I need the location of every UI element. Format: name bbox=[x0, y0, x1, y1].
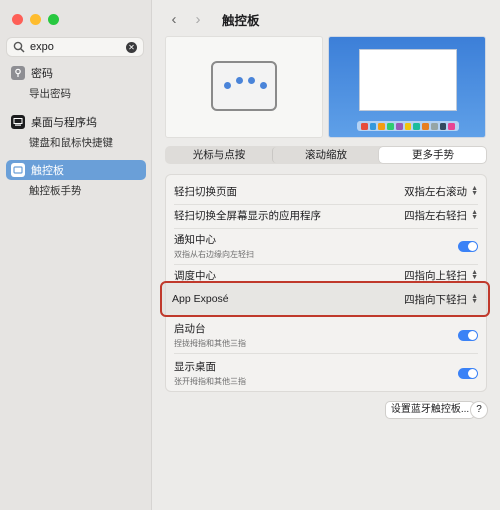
setting-label: App Exposé bbox=[172, 293, 229, 305]
sidebar-item-passwords[interactable]: 密码 bbox=[6, 63, 146, 83]
window-illustration bbox=[359, 49, 457, 111]
chevron-updown-icon: ▲ ▼ bbox=[471, 209, 478, 221]
setting-row-swipe-pages: 轻扫切换页面 双指左右滚动 ▲ ▼ bbox=[174, 182, 478, 200]
sidebar-subitem-trackpad-gestures[interactable]: 触控板手势 bbox=[29, 183, 82, 198]
select-value: 四指左右轻扫 bbox=[404, 209, 468, 222]
highlight-app-expose: App Exposé 四指向下轻扫 ▲ ▼ bbox=[160, 281, 490, 317]
gesture-select[interactable]: 双指左右滚动 ▲ ▼ bbox=[404, 184, 478, 199]
trackpad-illustration bbox=[211, 61, 277, 111]
search-input[interactable] bbox=[30, 41, 126, 53]
launchpad-toggle[interactable] bbox=[458, 329, 478, 341]
finger-dot bbox=[248, 77, 255, 84]
chevron-updown-icon: ▲ ▼ bbox=[471, 269, 478, 281]
finger-dot bbox=[260, 82, 267, 89]
setting-label: 显示桌面 bbox=[174, 361, 216, 373]
show-desktop-toggle[interactable] bbox=[458, 367, 478, 379]
finger-dot bbox=[224, 82, 231, 89]
sidebar-subitem-keyboard-shortcuts[interactable]: 键盘和鼠标快捷键 bbox=[29, 135, 113, 150]
setting-row-launchpad: 启动台 捏拢拇指和其他三指 bbox=[174, 321, 478, 349]
forward-icon[interactable]: › bbox=[190, 11, 206, 28]
select-value: 双指左右滚动 bbox=[404, 185, 468, 198]
select-value: 四指向下轻扫 bbox=[404, 293, 468, 306]
close-window-button[interactable] bbox=[12, 14, 23, 25]
toolbar: ‹ › 触控板 bbox=[166, 10, 260, 29]
setting-row-app-expose: App Exposé 四指向下轻扫 ▲ ▼ bbox=[172, 291, 478, 307]
dock-illustration bbox=[357, 121, 459, 131]
setting-label: 启动台 bbox=[174, 323, 206, 335]
gesture-select[interactable]: 四指左右轻扫 ▲ ▼ bbox=[404, 208, 478, 223]
setting-label: 轻扫切换全屏幕显示的应用程序 bbox=[174, 209, 321, 222]
sidebar: ✕ 密码 导出密码 桌面与程序坞 键盘和鼠标快捷键 触控板 触控板手势 bbox=[0, 0, 152, 510]
back-icon[interactable]: ‹ bbox=[166, 11, 182, 28]
setting-description: 张开拇指和其他三指 bbox=[174, 377, 246, 386]
chevron-updown-icon: ▲ ▼ bbox=[471, 185, 478, 197]
gesture-preview bbox=[165, 36, 323, 138]
search-field[interactable]: ✕ bbox=[6, 37, 144, 57]
dock-icon bbox=[11, 115, 25, 129]
chevron-updown-icon: ▲ ▼ bbox=[471, 293, 478, 305]
setting-row-swipe-fullscreen-apps: 轻扫切换全屏幕显示的应用程序 四指左右轻扫 ▲ ▼ bbox=[174, 206, 478, 224]
trackpad-icon bbox=[11, 163, 25, 177]
setting-description: 双指从右边缘向左轻扫 bbox=[174, 250, 254, 259]
sidebar-item-label: 桌面与程序坞 bbox=[31, 117, 97, 129]
minimize-window-button[interactable] bbox=[30, 14, 41, 25]
tab-scroll-zoom[interactable]: 滚动缩放 bbox=[272, 147, 379, 163]
sidebar-item-desktop-dock[interactable]: 桌面与程序坞 bbox=[6, 112, 146, 132]
setting-description: 捏拢拇指和其他三指 bbox=[174, 339, 246, 348]
key-icon bbox=[11, 66, 25, 80]
page-title: 触控板 bbox=[222, 14, 260, 28]
zoom-window-button[interactable] bbox=[48, 14, 59, 25]
search-icon bbox=[13, 41, 25, 53]
sidebar-item-trackpad[interactable]: 触控板 bbox=[6, 160, 146, 180]
main-panel: ‹ › 触控板 光标与点按 滚动缩放 更多手势 轻扫切换页面 双指左右滚动 ▲ ▼ bbox=[152, 0, 500, 510]
tab-bar: 光标与点按 滚动缩放 更多手势 bbox=[165, 146, 487, 164]
sidebar-item-label: 触控板 bbox=[31, 165, 64, 177]
setting-row-notification-center: 通知中心 双指从右边缘向左轻扫 bbox=[174, 232, 478, 260]
setting-label: 通知中心 bbox=[174, 234, 216, 246]
screen-preview bbox=[328, 36, 486, 138]
help-button[interactable]: ? bbox=[470, 401, 488, 419]
tab-more-gestures[interactable]: 更多手势 bbox=[379, 147, 486, 163]
notification-center-toggle[interactable] bbox=[458, 240, 478, 252]
clear-search-icon[interactable]: ✕ bbox=[126, 41, 137, 53]
setup-bluetooth-trackpad-button[interactable]: 设置蓝牙触控板... bbox=[385, 401, 475, 419]
setting-row-show-desktop: 显示桌面 张开拇指和其他三指 bbox=[174, 359, 478, 387]
sidebar-subitem-export-passwords[interactable]: 导出密码 bbox=[29, 86, 71, 101]
window-controls bbox=[12, 14, 59, 25]
setting-label: 轻扫切换页面 bbox=[174, 185, 237, 198]
gesture-select[interactable]: 四指向下轻扫 ▲ ▼ bbox=[404, 292, 478, 307]
tab-point-click[interactable]: 光标与点按 bbox=[166, 147, 272, 163]
finger-dot bbox=[236, 77, 243, 84]
sidebar-item-label: 密码 bbox=[31, 68, 53, 80]
